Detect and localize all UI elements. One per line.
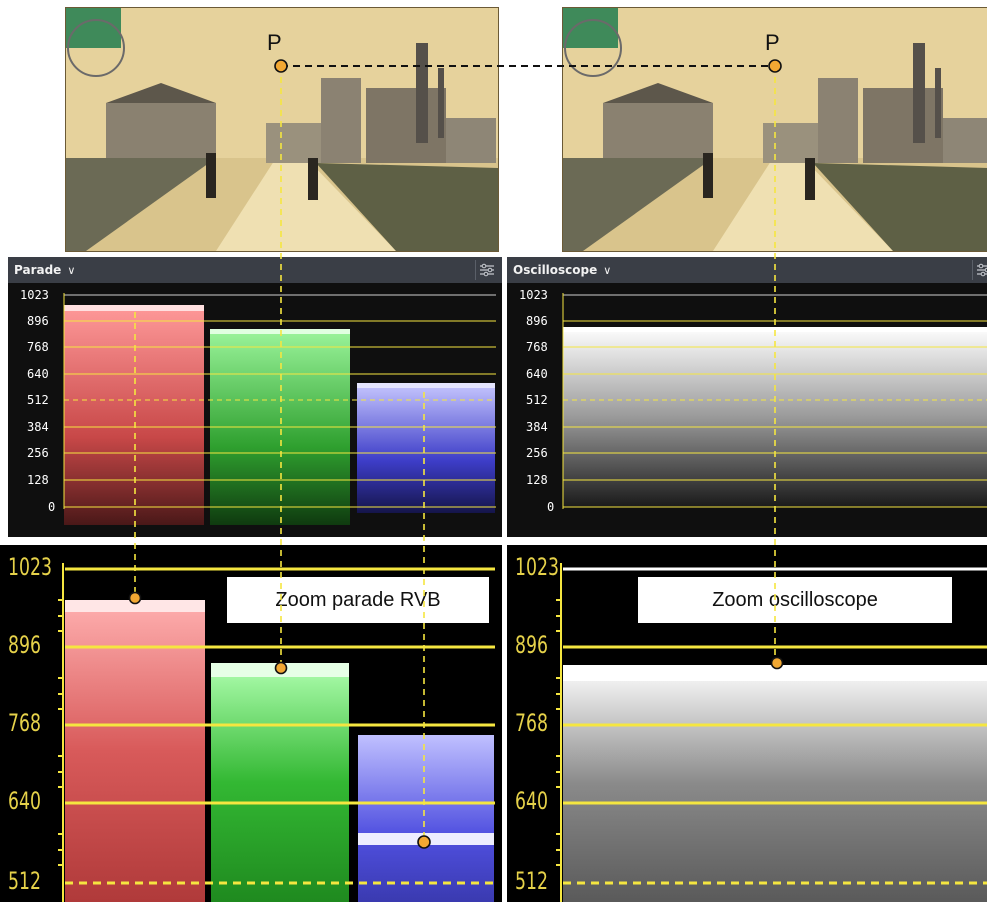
zoom-red-channel bbox=[65, 600, 205, 902]
oscilloscope-panel: Oscilloscope ∨ 1023 896 768 640 512 384 … bbox=[507, 257, 987, 537]
photo-original bbox=[65, 7, 499, 252]
osc-tick-128: 128 bbox=[526, 473, 548, 487]
zoom-osc-tick-1023: 1023 bbox=[515, 553, 559, 581]
sliders-icon[interactable] bbox=[972, 260, 987, 280]
parade-tick-1023: 1023 bbox=[20, 288, 49, 302]
zoom-oscilloscope-waveform bbox=[563, 665, 987, 902]
parade-red-channel bbox=[64, 305, 204, 525]
point-label-right: P bbox=[765, 30, 780, 55]
sliders-icon[interactable] bbox=[475, 260, 498, 280]
zoom-parade-tick-640: 640 bbox=[8, 787, 41, 815]
parade-title: Parade bbox=[14, 263, 62, 277]
chevron-down-icon[interactable]: ∨ bbox=[603, 264, 611, 277]
osc-tick-640: 640 bbox=[526, 367, 548, 381]
parade-tick-512: 512 bbox=[27, 393, 49, 407]
zoom-parade-panel: Zoom parade RVB 1023 896 768 640 512 bbox=[0, 545, 502, 902]
osc-tick-896: 896 bbox=[526, 314, 548, 328]
zoom-green-channel bbox=[211, 663, 349, 902]
parade-blue-channel bbox=[357, 383, 495, 513]
parade-tick-128: 128 bbox=[27, 473, 49, 487]
zoom-osc-tick-512: 512 bbox=[515, 867, 548, 895]
zoom-oscilloscope-caption: Zoom oscilloscope bbox=[638, 577, 952, 623]
zoom-parade-tick-768: 768 bbox=[8, 709, 41, 737]
parade-tick-640: 640 bbox=[27, 367, 49, 381]
parade-scope bbox=[63, 293, 496, 525]
parade-tick-0: 0 bbox=[48, 500, 56, 514]
parade-tick-256: 256 bbox=[27, 446, 49, 460]
osc-tick-768: 768 bbox=[526, 340, 548, 354]
osc-tick-0: 0 bbox=[547, 500, 555, 514]
zoom-parade-tick-512: 512 bbox=[8, 867, 41, 895]
osc-tick-1023: 1023 bbox=[519, 288, 548, 302]
point-label-left: P bbox=[267, 30, 282, 55]
parade-tick-896: 896 bbox=[27, 314, 49, 328]
parade-tick-384: 384 bbox=[27, 420, 49, 434]
postcard-image bbox=[66, 8, 498, 251]
zoom-osc-tick-768: 768 bbox=[515, 709, 548, 737]
oscilloscope-scope bbox=[562, 293, 987, 509]
osc-tick-256: 256 bbox=[526, 446, 548, 460]
parade-header[interactable]: Parade ∨ bbox=[8, 257, 502, 283]
zoom-parade-caption: Zoom parade RVB bbox=[227, 577, 489, 623]
chevron-down-icon[interactable]: ∨ bbox=[67, 264, 75, 277]
zoom-osc-tick-896: 896 bbox=[515, 631, 548, 659]
zoom-parade-tick-896: 896 bbox=[8, 631, 41, 659]
zoom-parade-tick-1023: 1023 bbox=[8, 553, 52, 581]
parade-panel: Parade ∨ 1023 896 768 640 512 384 256 12… bbox=[8, 257, 502, 537]
zoom-osc-tick-640: 640 bbox=[515, 787, 548, 815]
zoom-blue-channel bbox=[358, 735, 494, 902]
zoom-oscilloscope-panel: Zoom oscilloscope 1023 896 768 640 512 bbox=[507, 545, 987, 902]
osc-tick-512: 512 bbox=[526, 393, 548, 407]
oscilloscope-header[interactable]: Oscilloscope ∨ bbox=[507, 257, 987, 283]
oscilloscope-title: Oscilloscope bbox=[513, 263, 598, 277]
parade-tick-768: 768 bbox=[27, 340, 49, 354]
osc-tick-384: 384 bbox=[526, 420, 548, 434]
